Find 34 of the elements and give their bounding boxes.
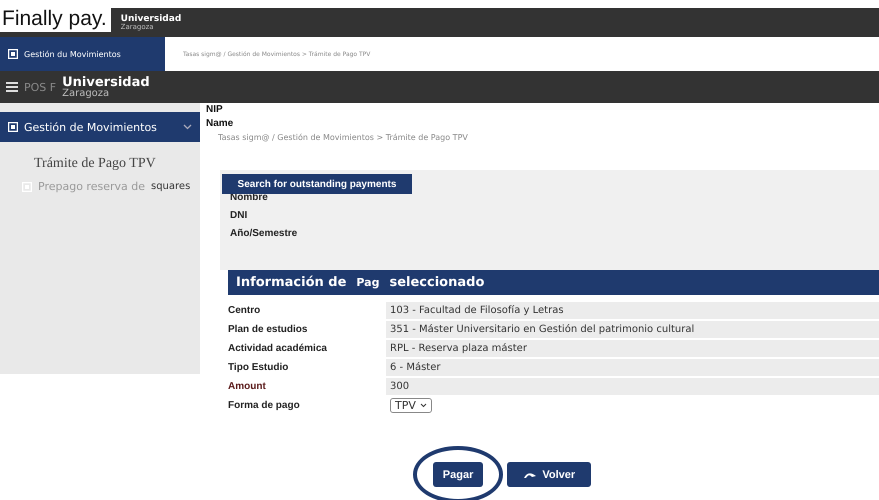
- row-value: RPL - Reserva plaza máster: [386, 340, 879, 357]
- field-label: Nombre: [230, 192, 269, 203]
- row-label: Actividad académica: [228, 343, 328, 354]
- chevron-icon: [183, 124, 192, 130]
- row-label: Plan de estudios: [228, 324, 308, 335]
- section-header: Información de Pag seleccionado: [228, 270, 879, 295]
- submenu-heading[interactable]: Trámite de Pago TPV: [0, 142, 200, 172]
- overlay-label: Name: [204, 118, 236, 129]
- row-value: 300: [386, 378, 879, 395]
- overlay-label: NIP: [204, 104, 225, 115]
- field-label: DNI: [230, 210, 248, 221]
- row-value: 103 - Facultad de Filosofía y Letras: [386, 302, 879, 319]
- field-label: Año/Semestre: [230, 228, 298, 239]
- row-label: Centro: [228, 305, 262, 316]
- caret-icon: [420, 403, 427, 408]
- row-label: Amount: [228, 381, 267, 392]
- overlay-label: Search for outstanding payments: [222, 174, 412, 194]
- menu-icon[interactable]: [6, 82, 18, 92]
- row-label: Tipo Estudio: [228, 362, 290, 373]
- breadcrumb: Tasas sigm@ / Gestión de Movimientos > Trámite de Pago TPV: [217, 133, 469, 142]
- square-icon: [8, 49, 18, 59]
- sidebar-item[interactable]: Gestión de Movimientos: [0, 112, 200, 142]
- row-value: 6 - Máster: [386, 359, 879, 376]
- caption: Finally pay.: [0, 6, 111, 32]
- square-icon: [8, 122, 18, 132]
- logo: Universidad Zaragoza: [62, 76, 150, 98]
- back-button[interactable]: Volver: [507, 462, 592, 487]
- menu-item[interactable]: Gestión du Movimientos: [0, 37, 165, 71]
- row-label: Forma de pago: [228, 400, 301, 411]
- overlay-label: squares: [151, 181, 190, 192]
- payment-select[interactable]: TPV: [390, 398, 432, 413]
- app-label: POS F: [24, 80, 56, 94]
- row-value: 351 - Máster Universitario en Gestión del patrimonio cultural: [386, 321, 879, 338]
- pay-button[interactable]: Pagar: [432, 462, 484, 487]
